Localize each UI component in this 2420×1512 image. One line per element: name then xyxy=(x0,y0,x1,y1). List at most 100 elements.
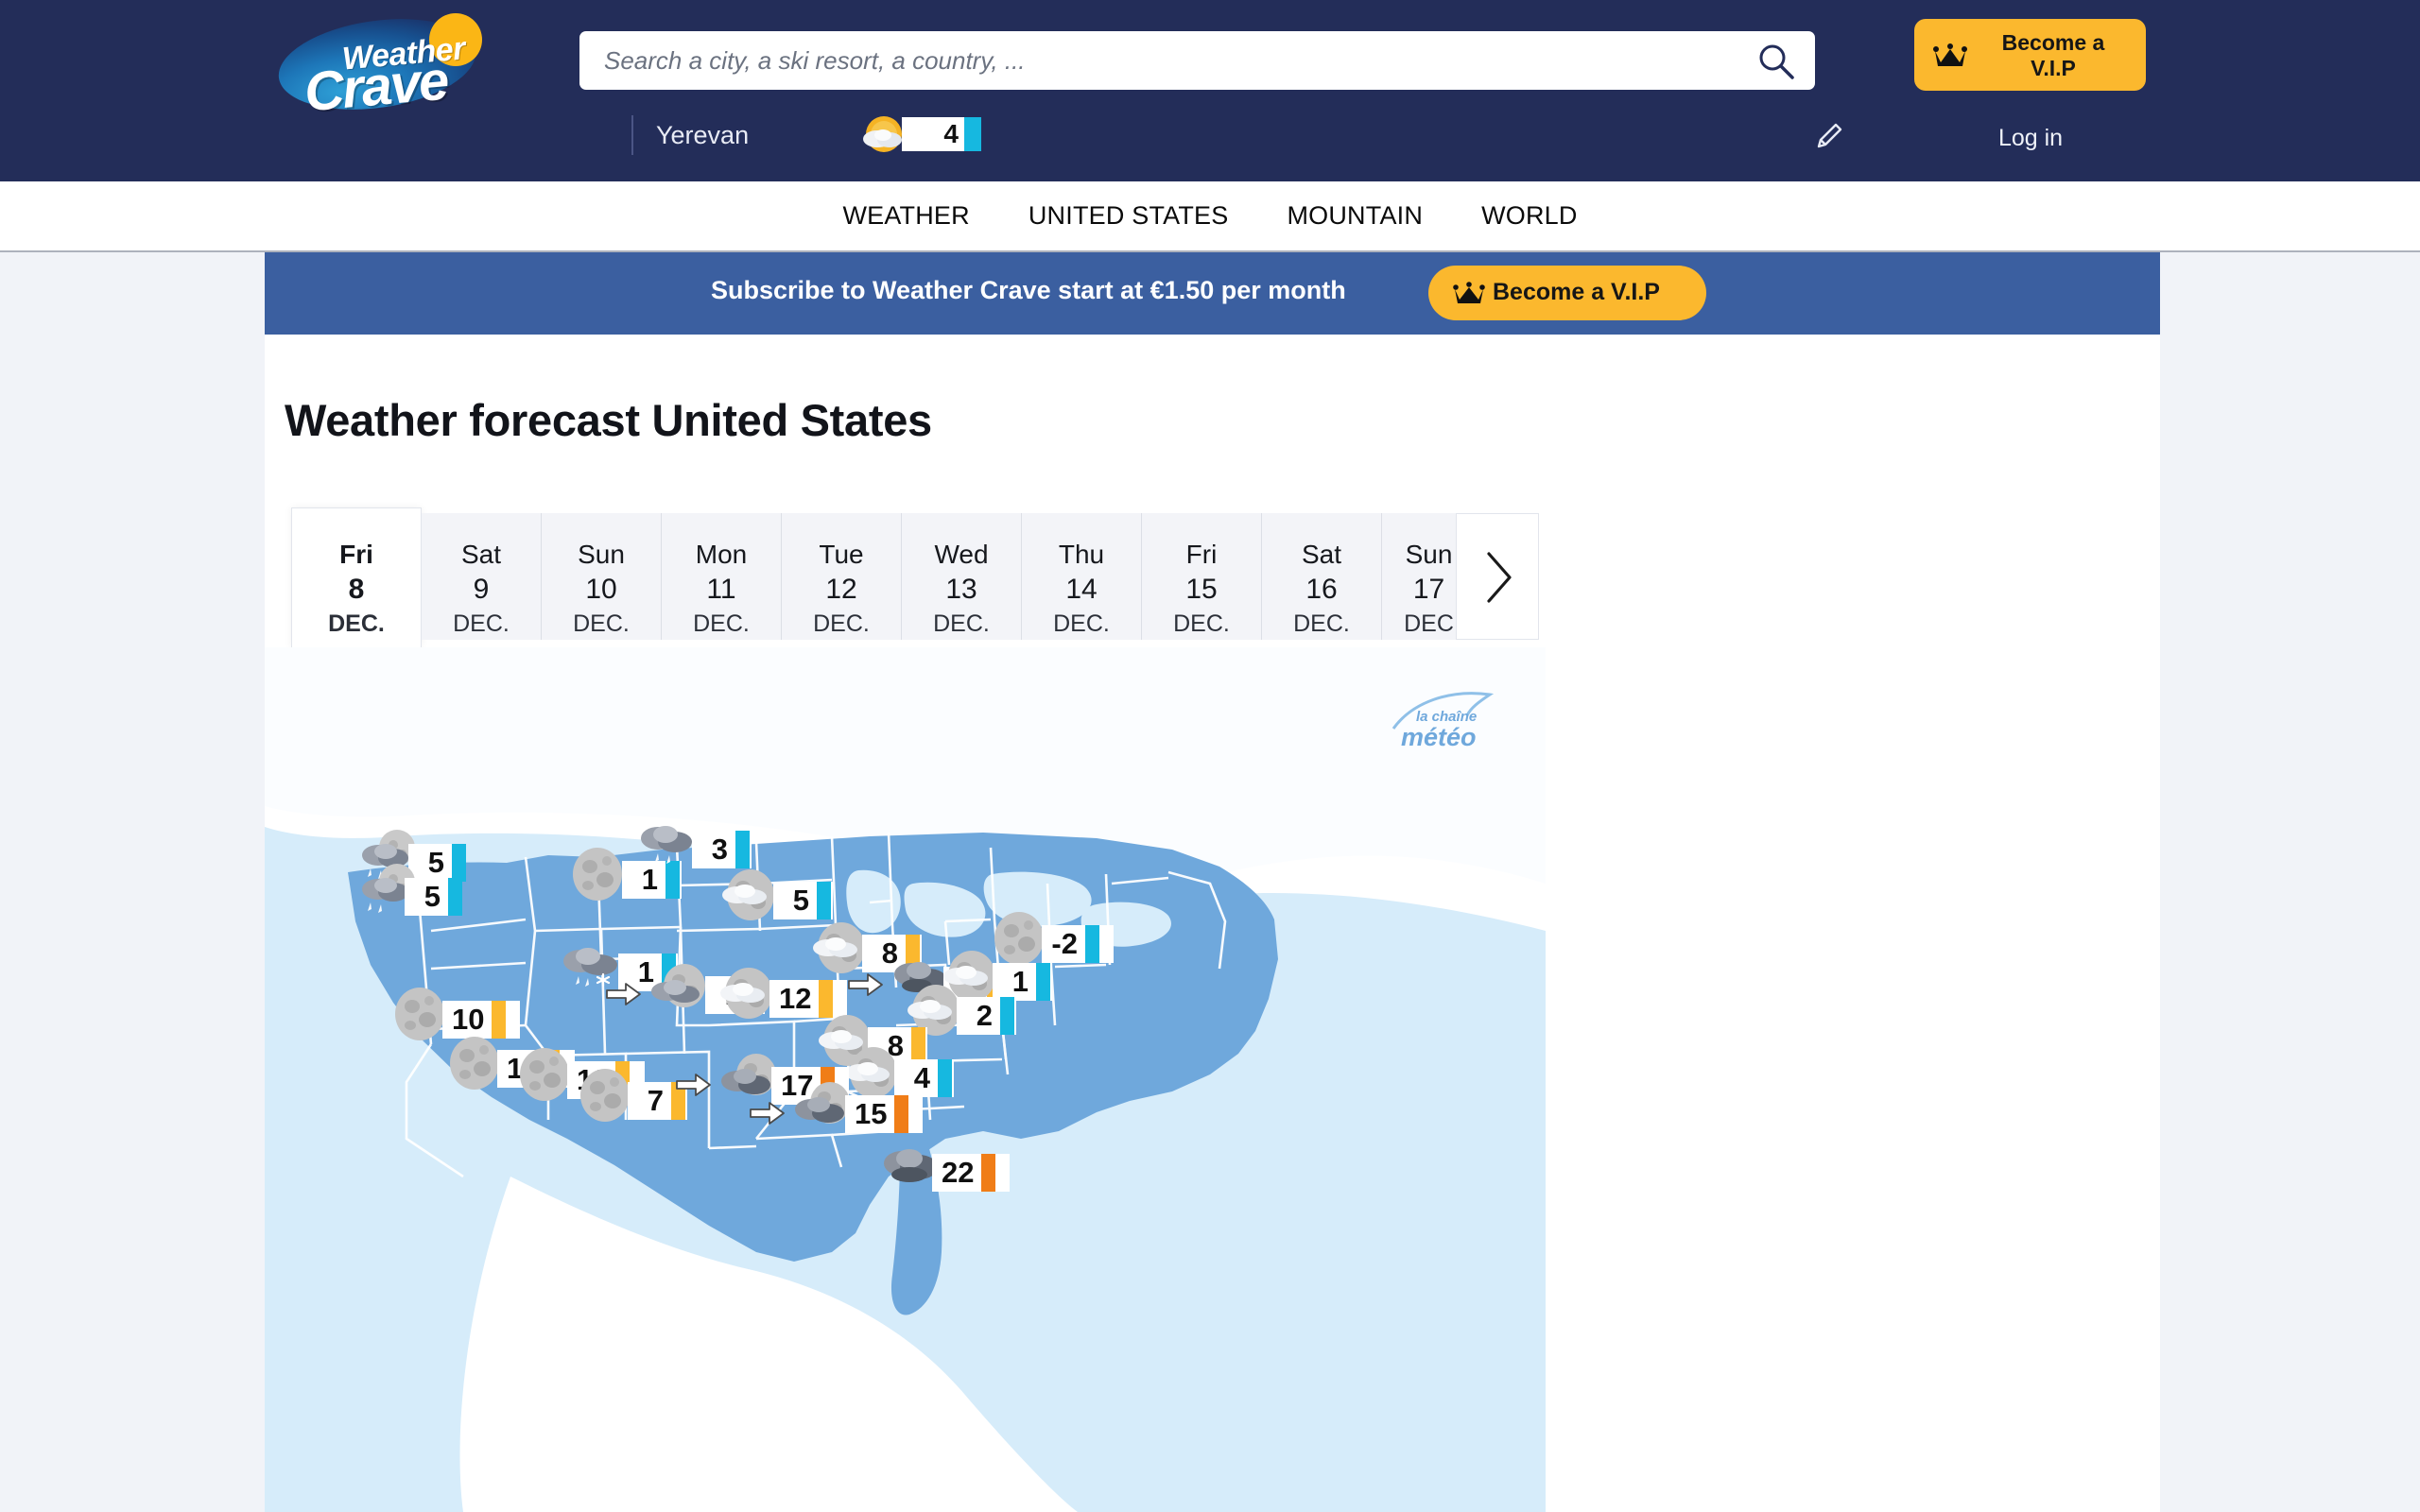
chevron-right-icon xyxy=(1487,552,1512,603)
day-tab-weekday: Sat xyxy=(460,540,502,569)
day-tab-fri-15[interactable]: Fri 15 DEC. xyxy=(1142,513,1262,640)
day-tab-month: DEC. xyxy=(933,610,990,637)
current-city-label[interactable]: Yerevan xyxy=(656,121,749,150)
day-tab-weekday: Wed xyxy=(934,540,989,569)
day-tab-day: 16 xyxy=(1305,574,1338,605)
current-city-weather[interactable]: 4 xyxy=(858,115,981,155)
become-vip-button-header[interactable]: Become a V.I.P xyxy=(1914,19,2146,91)
day-tab-sun-10[interactable]: Sun 10 DEC. xyxy=(542,513,662,640)
day-tab-mon-11[interactable]: Mon 11 DEC. xyxy=(662,513,782,640)
day-tab-month: DEC. xyxy=(573,610,630,637)
subscribe-banner: Subscribe to Weather Crave start at €1.5… xyxy=(265,252,2160,335)
day-tab-tue-12[interactable]: Tue 12 DEC. xyxy=(782,513,902,640)
nav-item-weather[interactable]: WEATHER xyxy=(842,201,969,231)
search-input[interactable] xyxy=(604,31,1720,90)
search-icon[interactable] xyxy=(1758,43,1794,79)
marker-temp-bar xyxy=(735,831,750,868)
wind-arrow-icon xyxy=(848,973,883,996)
marker-temperature: 15 xyxy=(855,1097,888,1130)
day-tab-weekday: Sat xyxy=(1301,540,1342,569)
marker-temperature: -2 xyxy=(1051,927,1078,960)
marker-temperature: 4 xyxy=(913,1061,930,1094)
day-tabs: Fri 8 DEC. Sat 9 DEC. Sun 10 DEC. Mon 11… xyxy=(291,507,1539,672)
la-chaine-meteo-watermark: la chaîne météo xyxy=(1392,692,1495,751)
nav-list: WEATHER UNITED STATES MOUNTAIN WORLD xyxy=(0,181,2420,250)
city-temp-bar xyxy=(964,117,981,151)
nav-item-world[interactable]: WORLD xyxy=(1481,201,1578,231)
day-tab-weekday: Sun xyxy=(578,540,625,569)
marker-card: 4 xyxy=(894,1059,954,1097)
marker-card: 5 xyxy=(773,882,833,919)
day-tab-day: 14 xyxy=(1065,574,1098,605)
nav-item-mountain[interactable]: MOUNTAIN xyxy=(1287,201,1423,231)
day-tab-day: 12 xyxy=(825,574,857,605)
marker-card: 22 xyxy=(932,1154,1010,1192)
weather-map[interactable]: la chaîne météo 5 5 1 3 5 1 8 -2 1 2 12 … xyxy=(265,647,1546,1512)
marker-temp-bar xyxy=(448,878,462,916)
marker-temperature: 22 xyxy=(942,1156,975,1189)
day-tab-month: DEC. xyxy=(813,610,870,637)
weather-page: Weather Crave Become a V.I.P Yerevan xyxy=(0,0,2420,1512)
day-tab-day: 13 xyxy=(945,574,977,605)
marker-card: -2 xyxy=(1042,925,1114,963)
wind-arrow-icon xyxy=(676,1074,711,1096)
day-tab-sat-16[interactable]: Sat 16 DEC. xyxy=(1262,513,1382,640)
marker-temp-bar xyxy=(1036,963,1050,1001)
marker-temp-bar xyxy=(1000,997,1014,1035)
day-tab-weekday: Thu xyxy=(1058,540,1105,569)
site-header: Weather Crave Become a V.I.P Yerevan xyxy=(0,0,2420,181)
marker-card: 15 xyxy=(845,1095,923,1133)
marker-temp-bar xyxy=(938,1059,952,1097)
day-tab-sat-9[interactable]: Sat 9 DEC. xyxy=(422,513,542,640)
marker-temperature: 1 xyxy=(1011,965,1028,998)
marker-temperature: 12 xyxy=(779,982,812,1015)
page-title: Weather forecast United States xyxy=(285,395,932,445)
day-tab-weekday: Fri xyxy=(339,540,373,569)
become-vip-button-banner[interactable]: Become a V.I.P xyxy=(1428,266,1706,320)
nav-item-united-states[interactable]: UNITED STATES xyxy=(1028,201,1229,231)
day-tab-day: 9 xyxy=(473,574,490,605)
main-navigation: WEATHER UNITED STATES MOUNTAIN WORLD xyxy=(0,181,2420,252)
day-tab-day: 8 xyxy=(348,574,365,605)
day-tab-month: DEC. xyxy=(1293,610,1350,637)
login-button[interactable]: Log in xyxy=(1985,125,2076,152)
next-days-button[interactable] xyxy=(1456,513,1539,640)
day-tab-month: DEC. xyxy=(453,610,510,637)
header-divider xyxy=(631,115,633,155)
day-tab-fri-8[interactable]: Fri 8 DEC. xyxy=(291,507,422,647)
day-tab-day: 11 xyxy=(706,574,736,605)
crown-icon xyxy=(1453,282,1485,303)
become-vip-banner-label: Become a V.I.P xyxy=(1493,279,1660,305)
day-tab-weekday: Tue xyxy=(819,540,864,569)
crown-icon xyxy=(1933,43,1967,66)
marker-temp-bar xyxy=(1085,925,1099,963)
logo-text-crave: Crave xyxy=(302,49,450,124)
day-tab-month: DEC. xyxy=(1173,610,1230,637)
marker-card: 5 xyxy=(405,878,462,916)
marker-temperature: 2 xyxy=(976,999,993,1032)
day-tab-wed-13[interactable]: Wed 13 DEC. xyxy=(902,513,1022,640)
day-tab-day: 15 xyxy=(1185,574,1218,605)
pencil-icon[interactable] xyxy=(1811,118,1847,154)
day-tab-month: DEC. xyxy=(1053,610,1110,637)
day-tab-month: DEC. xyxy=(693,610,750,637)
vip-label-line2: V.I.P xyxy=(2031,56,2076,80)
subscribe-banner-text: Subscribe to Weather Crave start at €1.5… xyxy=(711,276,1346,304)
day-tab-day: 10 xyxy=(585,574,617,605)
wind-arrow-icon xyxy=(606,983,641,1005)
svg-text:météo: météo xyxy=(1401,723,1477,751)
vip-label-line1: Become a xyxy=(2001,30,2105,55)
marker-temperature: 5 xyxy=(424,880,441,913)
day-tab-thu-14[interactable]: Thu 14 DEC. xyxy=(1022,513,1142,640)
marker-temperature: 3 xyxy=(711,833,728,866)
marker-card: 3 xyxy=(692,831,752,868)
search-bar xyxy=(579,31,1815,90)
site-logo[interactable]: Weather Crave xyxy=(272,7,488,123)
become-vip-label: Become a V.I.P xyxy=(1973,30,2134,81)
marker-temp-bar xyxy=(981,1154,996,1192)
marker-card: 1 xyxy=(993,963,1052,1001)
marker-temperature: 7 xyxy=(647,1084,664,1117)
day-tab-month: DEC. xyxy=(328,610,385,637)
marker-card: 2 xyxy=(957,997,1016,1035)
day-tab-weekday: Mon xyxy=(695,540,748,569)
